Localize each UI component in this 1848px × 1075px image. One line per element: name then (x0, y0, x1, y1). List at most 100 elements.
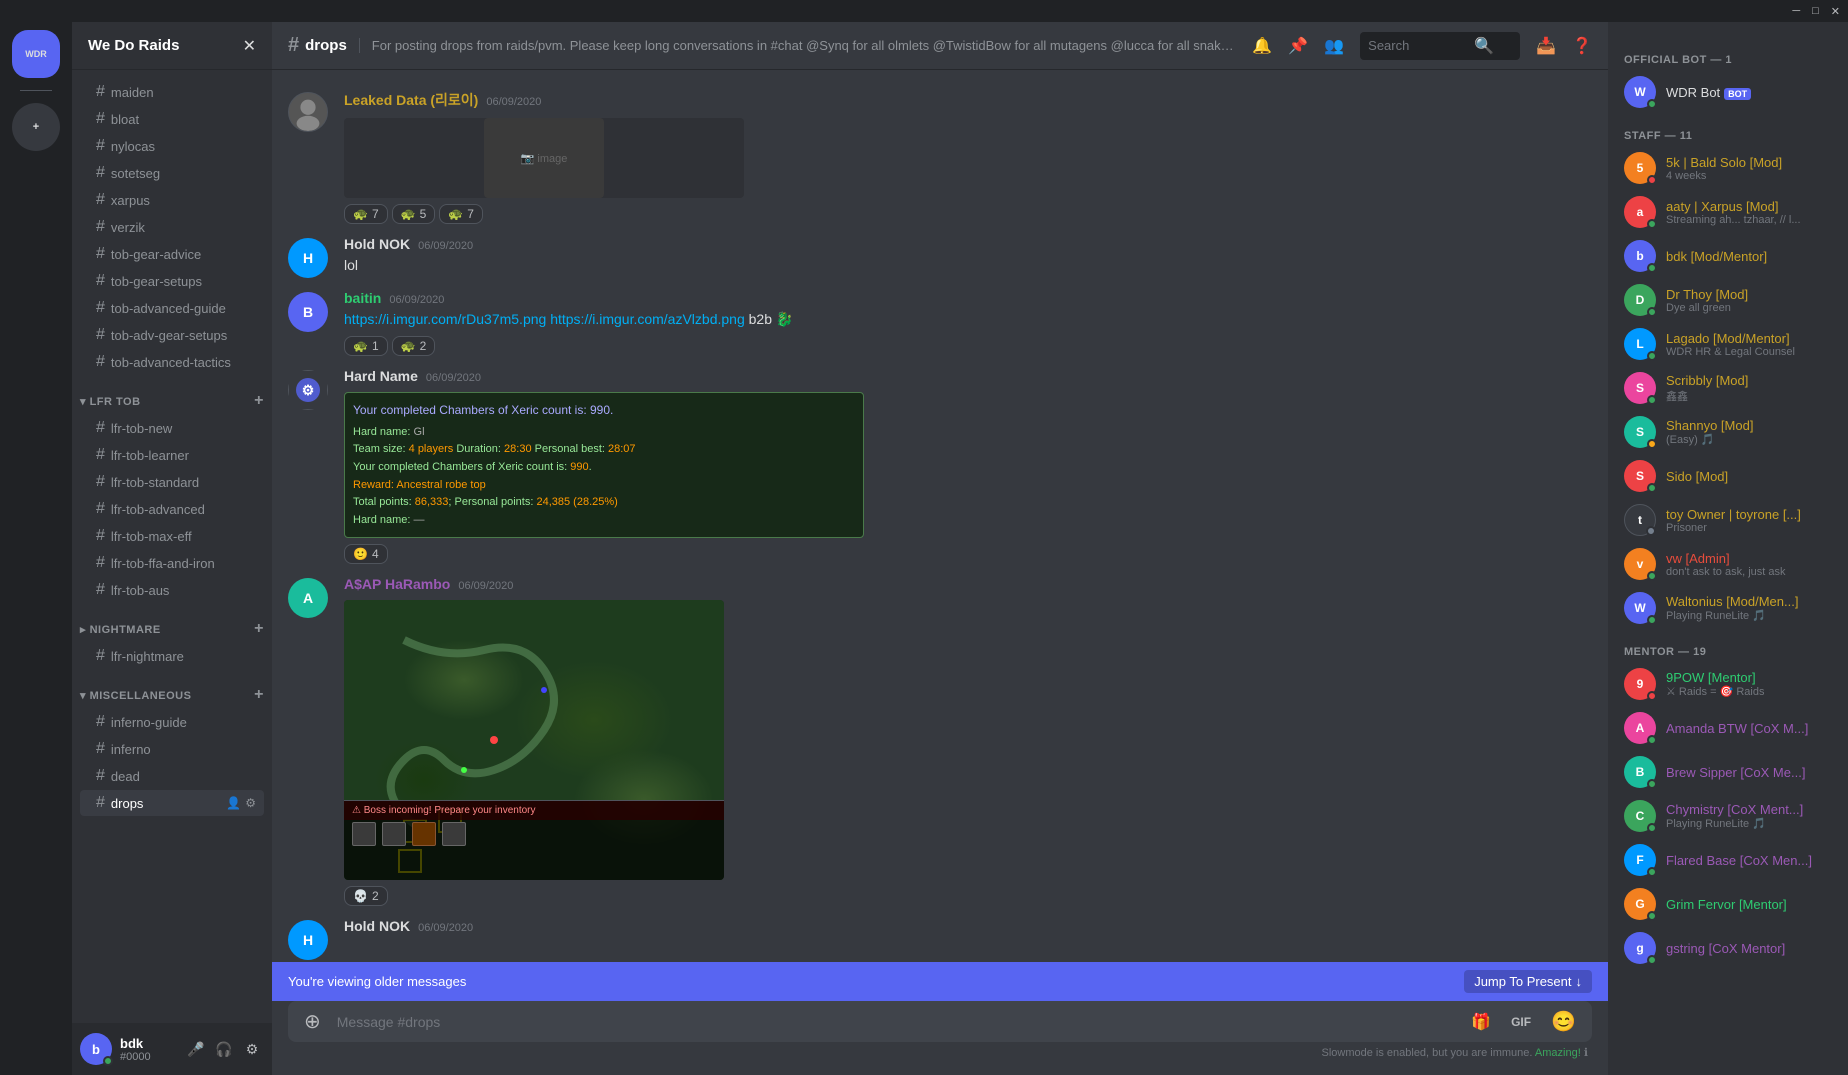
member-item-dr-thoy[interactable]: D Dr Thoy [Mod] Dye all green (1616, 278, 1840, 322)
channel-item-tob-advanced-guide[interactable]: # tob-advanced-guide (80, 295, 264, 321)
channel-item-sotetseg[interactable]: # sotetseg (80, 160, 264, 186)
category-lfr-tob[interactable]: ▾ LFR TOB + (72, 376, 272, 414)
channel-label: tob-advanced-guide (111, 301, 226, 316)
message-link[interactable]: https://i.imgur.com/rDu37m5.png (344, 311, 546, 327)
member-item-scribbly[interactable]: S Scribbly [Mod] 鑫鑫 (1616, 366, 1840, 410)
channel-item-lfr-tob-ffa-and-iron[interactable]: # lfr-tob-ffa-and-iron (80, 550, 264, 576)
member-item-9pow[interactable]: 9 9POW [Mentor] ⚔ Raids = 🎯 Raids (1616, 662, 1840, 706)
avatar: H (288, 920, 328, 960)
reaction[interactable]: 🐢2 (392, 336, 436, 356)
reactions[interactable]: 💀2 (344, 886, 1592, 906)
member-item-gstring[interactable]: g gstring [CoX Mentor] (1616, 926, 1840, 970)
member-status: don't ask to ask, just ask (1666, 566, 1786, 578)
member-item-grim-fervor[interactable]: G Grim Fervor [Mentor] (1616, 882, 1840, 926)
category-nightmare[interactable]: ▸ NIGHTMARE + (72, 604, 272, 642)
emoji-icon[interactable]: 😊 (1543, 1001, 1584, 1042)
help-icon[interactable]: ❓ (1572, 36, 1592, 56)
reactions[interactable]: 🙂4 (344, 544, 1592, 564)
reactions[interactable]: 🐢7 🐢5 🐢7 (344, 204, 1592, 224)
message-group: Leaked Data (리로이) 06/09/2020 📷 image 🐢7 … (272, 86, 1608, 228)
channel-item-tob-adv-gear-setups[interactable]: # tob-adv-gear-setups (80, 322, 264, 348)
member-item-aaty[interactable]: a aaty | Xarpus [Mod] Streaming ah... tz… (1616, 190, 1840, 234)
member-item-wdr-bot[interactable]: W WDR BotBOT (1616, 70, 1840, 114)
gift-icon[interactable]: 🎁 (1463, 1004, 1499, 1040)
member-name: Amanda BTW [CoX M...] (1666, 721, 1808, 736)
channel-item-tob-gear-setups[interactable]: # tob-gear-setups (80, 268, 264, 294)
server-icon-1[interactable]: + (12, 103, 60, 151)
reaction[interactable]: 🐢1 (344, 336, 388, 356)
reaction[interactable]: 🐢7 (439, 204, 483, 224)
user-info: bdk #0000 (120, 1036, 176, 1063)
member-name: WDR BotBOT (1666, 85, 1751, 100)
message-link[interactable]: https://i.imgur.com/azVlzbd.png (550, 311, 745, 327)
search-bar[interactable]: 🔍 (1360, 32, 1520, 60)
channel-item-lfr-tob-aus[interactable]: # lfr-tob-aus (80, 577, 264, 603)
search-input[interactable] (1368, 38, 1468, 53)
member-item-shannyo[interactable]: S Shannyo [Mod] (Easy) 🎵 (1616, 410, 1840, 454)
channel-item-inferno[interactable]: # inferno (80, 736, 264, 762)
add-channel-icon[interactable]: + (254, 620, 264, 638)
add-channel-icon[interactable]: + (254, 392, 264, 410)
member-item-amanda[interactable]: A Amanda BTW [CoX M...] (1616, 706, 1840, 750)
channel-item-lfr-tob-advanced[interactable]: # lfr-tob-advanced (80, 496, 264, 522)
channel-item-nylocas[interactable]: # nylocas (80, 133, 264, 159)
hash-icon: # (96, 473, 105, 491)
reactions[interactable]: 🐢1 🐢2 (344, 336, 1592, 356)
member-item-lagado[interactable]: L Lagado [Mod/Mentor] WDR HR & Legal Cou… (1616, 322, 1840, 366)
member-name: Sido [Mod] (1666, 469, 1728, 484)
pin-icon[interactable]: 📌 (1288, 36, 1308, 56)
category-miscellaneous[interactable]: ▾ MISCELLANEOUS + (72, 670, 272, 708)
inbox-icon[interactable]: 📥 (1536, 36, 1556, 56)
channel-item-lfr-tob-standard[interactable]: # lfr-tob-standard (80, 469, 264, 495)
reaction[interactable]: 🙂4 (344, 544, 388, 564)
members-icon[interactable]: 👥 (1324, 36, 1344, 56)
member-item-bdk[interactable]: b bdk [Mod/Mentor] (1616, 234, 1840, 278)
member-item-waltonius[interactable]: W Waltonius [Mod/Men...] Playing RuneLit… (1616, 586, 1840, 630)
channel-item-lfr-tob-learner[interactable]: # lfr-tob-learner (80, 442, 264, 468)
add-channel-icon[interactable]: + (254, 686, 264, 704)
minimize-button[interactable]: ─ (1792, 5, 1800, 17)
settings-icon[interactable]: ⚙ (245, 796, 256, 810)
messages-area[interactable]: Leaked Data (리로이) 06/09/2020 📷 image 🐢7 … (272, 70, 1608, 962)
reaction[interactable]: 💀2 (344, 886, 388, 906)
add-attachment-icon[interactable]: ⊕ (296, 1001, 329, 1042)
member-item-brew-sipper[interactable]: B Brew Sipper [CoX Me...] (1616, 750, 1840, 794)
gif-icon[interactable]: GIF (1503, 1007, 1539, 1037)
member-item-chymistry[interactable]: C Chymistry [CoX Ment...] Playing RuneLi… (1616, 794, 1840, 838)
server-icon-we-do-raids[interactable]: WDR (12, 30, 60, 78)
member-status: Playing RuneLite 🎵 (1666, 609, 1798, 622)
member-item-toy-owner[interactable]: t toy Owner | toyrone [...] Prisoner (1616, 498, 1840, 542)
notification-bell-icon[interactable]: 🔔 (1252, 36, 1272, 56)
channel-item-dead[interactable]: # dead (80, 763, 264, 789)
reaction[interactable]: 🐢5 (392, 204, 436, 224)
server-header[interactable]: We Do Raids ✕ (72, 22, 272, 70)
channel-item-drops[interactable]: # drops 👤 ⚙ (80, 790, 264, 816)
channel-item-inferno-guide[interactable]: # inferno-guide (80, 709, 264, 735)
mute-button[interactable]: 🎤 (184, 1037, 208, 1061)
channel-item-tob-gear-advice[interactable]: # tob-gear-advice (80, 241, 264, 267)
channel-item-lfr-tob-new[interactable]: # lfr-tob-new (80, 415, 264, 441)
deafen-button[interactable]: 🎧 (212, 1037, 236, 1061)
member-name: Scribbly [Mod] (1666, 373, 1748, 388)
settings-button[interactable]: ⚙ (240, 1037, 264, 1061)
avatar: L (1624, 328, 1656, 360)
user-icon[interactable]: 👤 (226, 796, 241, 810)
member-item-flared-base[interactable]: F Flared Base [CoX Men...] (1616, 838, 1840, 882)
channel-item-lfr-tob-max-eff[interactable]: # lfr-tob-max-eff (80, 523, 264, 549)
channel-item-maiden[interactable]: # maiden (80, 79, 264, 105)
member-item-bald-solo[interactable]: 5 5k | Bald Solo [Mod] 4 weeks (1616, 146, 1840, 190)
message-author: Hard Name (344, 368, 418, 384)
member-item-sido[interactable]: S Sido [Mod] (1616, 454, 1840, 498)
channel-item-xarpus[interactable]: # xarpus (80, 187, 264, 213)
reaction[interactable]: 🐢7 (344, 204, 388, 224)
jump-to-present-button[interactable]: Jump To Present ↓ (1464, 970, 1592, 993)
channel-item-tob-advanced-tactics[interactable]: # tob-advanced-tactics (80, 349, 264, 375)
close-button[interactable]: ✕ (1831, 5, 1840, 18)
channel-item-verzik[interactable]: # verzik (80, 214, 264, 240)
member-item-vw[interactable]: v vw [Admin] don't ask to ask, just ask (1616, 542, 1840, 586)
maximize-button[interactable]: □ (1812, 5, 1819, 17)
channel-item-bloat[interactable]: # bloat (80, 106, 264, 132)
channel-item-lfr-nightmare[interactable]: # lfr-nightmare (80, 643, 264, 669)
message-input[interactable] (337, 1003, 1455, 1041)
member-info: gstring [CoX Mentor] (1666, 941, 1785, 956)
